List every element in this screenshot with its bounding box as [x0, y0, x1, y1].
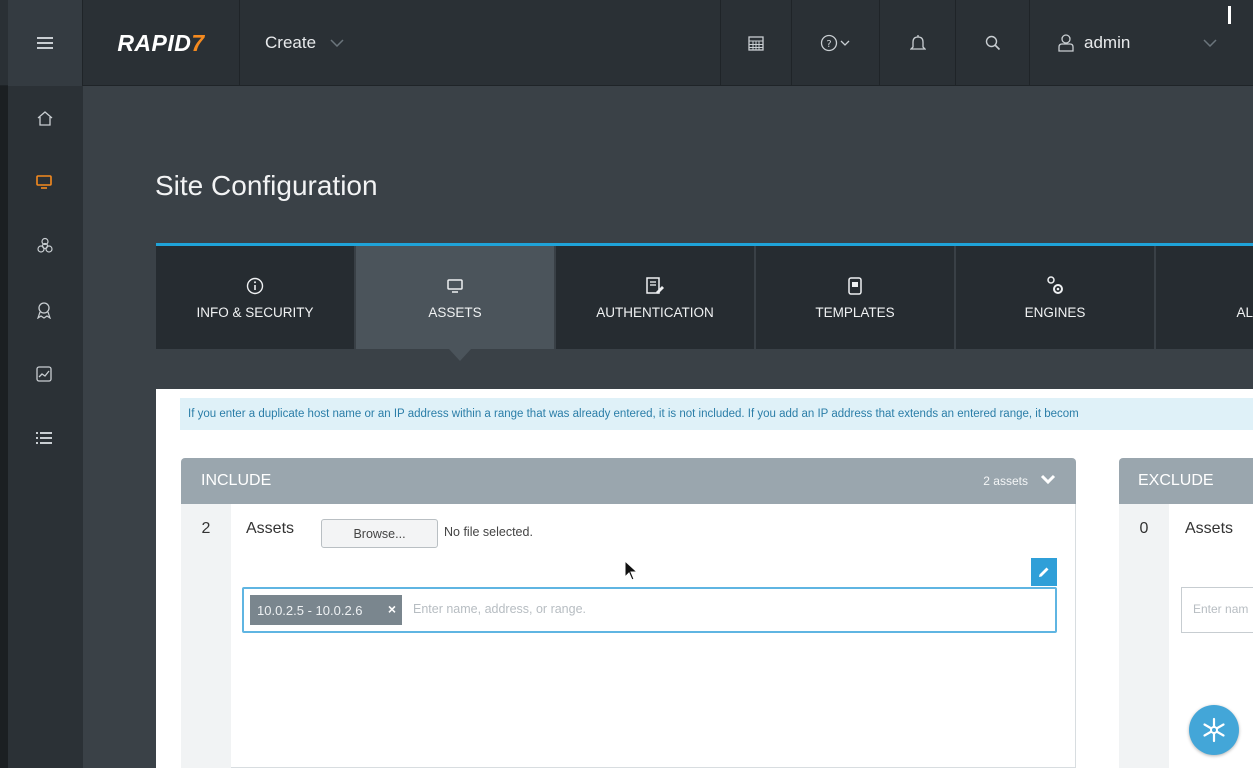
tab-label: INFO & SECURITY [196, 305, 314, 320]
monitor-icon [36, 175, 52, 189]
calendar-button[interactable] [720, 0, 792, 86]
tab-templates[interactable]: TEMPLATES [756, 246, 956, 349]
user-menu-toggle[interactable] [1190, 0, 1230, 86]
exclude-assets-label: Assets [1185, 520, 1234, 537]
include-body [181, 504, 1076, 768]
window-edge [0, 0, 8, 768]
left-sidebar [8, 86, 83, 768]
exclude-title: EXCLUDE [1138, 472, 1214, 489]
tab-authentication[interactable]: AUTHENTICATION [556, 246, 756, 349]
info-icon [246, 275, 264, 297]
authentication-icon [645, 275, 665, 297]
top-navigation-bar: RAPID7 Create ? admin [0, 0, 1253, 86]
info-message: If you enter a duplicate host name or an… [180, 398, 1253, 430]
logo[interactable]: RAPID7 [83, 0, 240, 86]
bell-icon [909, 35, 926, 50]
sidebar-item-policies[interactable] [8, 290, 83, 330]
site-config-tabs: INFO & SECURITY ASSETS AUTHENTICATION TE… [156, 243, 1253, 349]
tab-label: AUTHENTICATION [596, 305, 714, 320]
pencil-icon [1039, 567, 1049, 577]
exclude-header[interactable]: EXCLUDE [1119, 458, 1253, 504]
sidebar-item-vulnerabilities[interactable] [8, 226, 83, 266]
tab-label: ASSETS [428, 305, 482, 320]
user-menu[interactable]: admin [1030, 0, 1190, 86]
mouse-cursor-icon [624, 560, 639, 581]
file-status: No file selected. [444, 525, 533, 539]
include-asset-count: 2 assets [983, 474, 1028, 488]
edit-button[interactable] [1031, 558, 1057, 586]
list-icon [36, 432, 52, 444]
chip-label: 10.0.2.5 - 10.0.2.6 [257, 602, 363, 618]
exclude-input-placeholder: Enter nam [1193, 602, 1249, 616]
home-icon [37, 111, 53, 126]
biohazard-icon [37, 237, 53, 253]
help-icon: ? [820, 34, 849, 52]
user-icon [1058, 34, 1074, 52]
window-edge-marker [1228, 6, 1231, 24]
tab-alerts[interactable]: AL [1156, 246, 1253, 349]
create-label: Create [265, 33, 317, 52]
calendar-icon [748, 36, 764, 51]
search-button[interactable] [956, 0, 1030, 86]
sidebar-item-home[interactable] [8, 98, 83, 138]
page-title: Site Configuration [155, 170, 378, 201]
chevron-down-icon [1203, 39, 1217, 47]
active-tab-indicator [449, 349, 471, 361]
policy-award-icon [37, 302, 51, 319]
sidebar-item-reports[interactable] [8, 354, 83, 394]
chip-remove-icon[interactable]: × [388, 601, 396, 617]
user-name: admin [1084, 33, 1131, 52]
asset-range-chip[interactable]: 10.0.2.5 - 10.0.2.6 × [250, 595, 402, 625]
exclude-count: 0 [1139, 520, 1149, 537]
include-input-placeholder: Enter name, address, or range. [413, 602, 587, 616]
reports-chart-icon [36, 366, 52, 382]
menu-icon [37, 37, 53, 49]
chevron-down-icon [330, 39, 344, 47]
tab-label: ENGINES [1024, 305, 1086, 320]
sidebar-item-assets[interactable] [8, 162, 83, 202]
include-title: INCLUDE [201, 472, 272, 489]
browse-button[interactable]: Browse... [321, 519, 438, 548]
help-widget-button[interactable] [1189, 705, 1239, 755]
gears-icon [1045, 275, 1065, 297]
include-header[interactable]: INCLUDE 2 assets [181, 458, 1076, 504]
create-menu[interactable]: Create [240, 0, 400, 86]
tab-engines[interactable]: ENGINES [956, 246, 1156, 349]
menu-button[interactable] [8, 0, 83, 86]
include-count-column [181, 504, 231, 768]
tab-label: AL [1236, 305, 1253, 320]
include-count: 2 [201, 520, 211, 537]
template-icon [847, 275, 863, 297]
exclude-count-column [1119, 504, 1169, 768]
snowflake-icon [1203, 717, 1225, 743]
notifications-button[interactable] [880, 0, 956, 86]
sidebar-item-administration[interactable] [8, 418, 83, 458]
svg-text:?: ? [826, 39, 831, 50]
include-assets-label: Assets [246, 520, 295, 537]
monitor-icon [446, 275, 464, 297]
tab-info-security[interactable]: INFO & SECURITY [156, 246, 356, 349]
tab-label: TEMPLATES [815, 305, 895, 320]
help-menu[interactable]: ? [792, 0, 880, 86]
chevron-down-icon[interactable] [1040, 471, 1056, 487]
tab-assets[interactable]: ASSETS [356, 246, 556, 349]
search-icon [985, 35, 1000, 51]
logo-text: RAPID7 [117, 29, 205, 56]
